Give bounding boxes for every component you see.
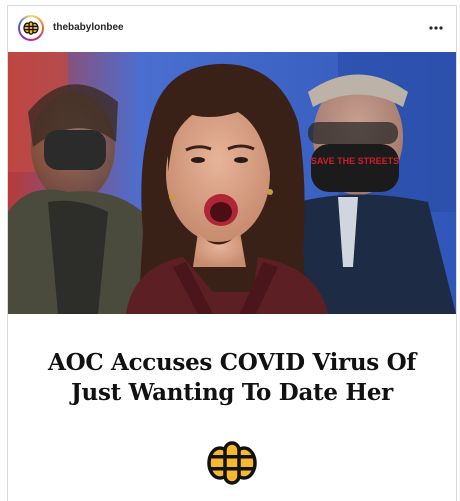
headline: AOC Accuses COVID Virus Of Just Wanting … <box>48 349 416 406</box>
babylon-bee-logo-icon <box>23 21 39 35</box>
post-image[interactable]: SAVE THE STREETS <box>8 52 456 314</box>
post-header: thebabylonbee <box>8 6 456 52</box>
avatar[interactable] <box>18 15 44 41</box>
more-horizontal-icon <box>429 26 443 30</box>
mask-text: SAVE THE STREETS <box>311 156 399 166</box>
photo-illustration: SAVE THE STREETS <box>8 52 456 314</box>
headline-card: AOC Accuses COVID Virus Of Just Wanting … <box>8 314 456 501</box>
babylon-bee-logo-icon <box>207 441 257 485</box>
instagram-post: thebabylonbee SAVE THE STREETS AOC Accus… <box>7 5 457 501</box>
username[interactable]: thebabylonbee <box>53 22 124 33</box>
more-options-button[interactable] <box>426 18 446 38</box>
